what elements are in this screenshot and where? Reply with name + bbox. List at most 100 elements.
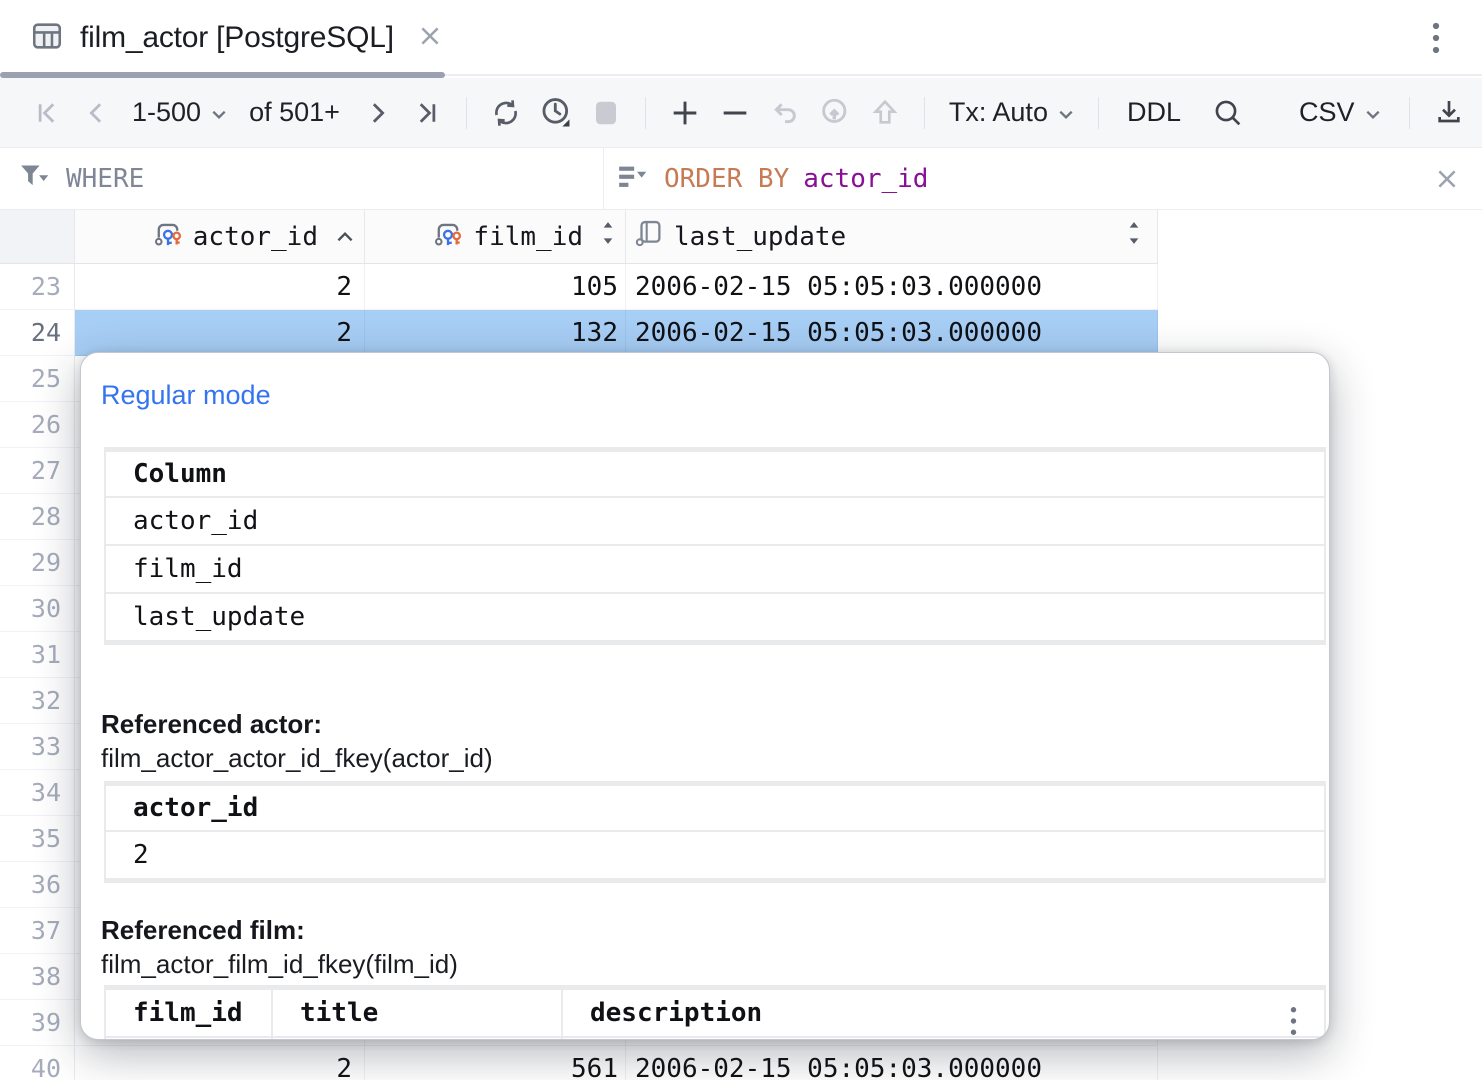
fk-preview-popup: Regular mode Column actor_idfilm_idlast_… [80, 352, 1330, 1040]
cell-actor-id[interactable]: 2 [75, 310, 365, 356]
row-number[interactable]: 33 [0, 724, 75, 770]
row-number[interactable]: 34 [0, 770, 75, 816]
row-number[interactable]: 29 [0, 540, 75, 586]
submit-up-arrow-icon [860, 88, 910, 138]
row-number[interactable]: 35 [0, 816, 75, 862]
chevron-down-icon [1058, 109, 1074, 120]
regular-mode-link[interactable]: Regular mode [101, 377, 271, 413]
column-header-actor-id[interactable]: actor_id [75, 210, 365, 263]
table-row[interactable]: 2321052006-02-15 05:05:03.000000 [0, 264, 1158, 310]
cell-last-update[interactable]: 2006-02-15 05:05:03.000000 [626, 264, 1158, 310]
ddl-button[interactable]: DDL [1127, 97, 1181, 128]
close-filter-icon[interactable] [1428, 160, 1466, 198]
cell-film-id[interactable]: 132 [365, 310, 626, 356]
toolbar-separator [1098, 97, 1099, 129]
row-number[interactable]: 24 [0, 310, 75, 356]
sort-asc-icon [334, 222, 356, 252]
last-page-icon[interactable] [402, 88, 452, 138]
search-icon[interactable] [1203, 88, 1253, 138]
tab-bar: film_actor [PostgreSQL] [0, 0, 1482, 76]
table-icon [30, 19, 64, 58]
referenced-film-header-description: description [563, 990, 1324, 1036]
columns-table-row[interactable]: actor_id [106, 498, 1324, 544]
referenced-actor-title: Referenced actor: [101, 709, 1329, 739]
tab-film-actor[interactable]: film_actor [PostgreSQL] [0, 0, 444, 76]
row-number[interactable]: 28 [0, 494, 75, 540]
row-number[interactable]: 27 [0, 448, 75, 494]
order-by-input[interactable]: ORDER BY actor_id [604, 148, 1482, 209]
delete-row-minus-icon[interactable] [710, 88, 760, 138]
toolbar-separator [645, 97, 646, 129]
filter-bar: WHERE ORDER BY actor_id [0, 148, 1482, 210]
column-icon [634, 218, 664, 255]
row-number[interactable]: 26 [0, 402, 75, 448]
columns-table-row[interactable]: last_update [106, 594, 1324, 640]
add-row-plus-icon[interactable] [660, 88, 710, 138]
chevron-down-icon [1365, 109, 1381, 120]
tab-close-icon[interactable] [416, 22, 444, 55]
row-number[interactable]: 37 [0, 908, 75, 954]
referenced-film-header-title: title [273, 990, 561, 1036]
page-range-dropdown[interactable]: 1-500 [132, 97, 227, 128]
sort-lines-icon [618, 164, 648, 194]
first-page-icon[interactable] [22, 88, 72, 138]
referenced-actor-header: actor_id [106, 786, 1324, 830]
export-format-dropdown[interactable]: CSV [1299, 97, 1381, 128]
header-label: description [590, 998, 762, 1028]
toolbar-separator [466, 97, 467, 129]
cell-film-id[interactable]: 105 [365, 264, 626, 310]
revert-undo-icon [760, 88, 810, 138]
referenced-film-partial-row [106, 1038, 1324, 1040]
more-options-kebab-icon[interactable] [1416, 18, 1456, 58]
toolbar-separator [1409, 97, 1410, 129]
order-by-keyword: ORDER BY [664, 164, 789, 194]
cell-actor-id[interactable]: 2 [75, 264, 365, 310]
query-history-clock-icon[interactable] [531, 88, 581, 138]
sort-both-icon [599, 220, 617, 253]
cell-actor-id[interactable]: 2 [75, 1046, 365, 1080]
preview-changes-icon [810, 88, 860, 138]
where-filter-input[interactable]: WHERE [0, 148, 604, 209]
previous-page-icon[interactable] [72, 88, 122, 138]
row-number[interactable]: 40 [0, 1046, 75, 1080]
cell-last-update[interactable]: 2006-02-15 05:05:03.000000 [626, 310, 1158, 356]
referenced-film-table: film_id title description [104, 985, 1326, 1040]
column-header-label: last_update [674, 222, 846, 252]
refresh-icon[interactable] [481, 88, 531, 138]
next-page-icon[interactable] [352, 88, 402, 138]
cell-film-id[interactable]: 561 [365, 1046, 626, 1080]
row-number[interactable]: 39 [0, 1000, 75, 1046]
grid-header: actor_id film_id [0, 210, 1158, 264]
foreign-key-icon [153, 218, 183, 255]
referenced-film-title: Referenced film: [101, 915, 1329, 945]
stop-icon [581, 88, 631, 138]
referenced-film-fkey: film_actor_film_id_fkey(film_id) [101, 949, 1329, 979]
tx-mode-dropdown[interactable]: Tx: Auto [949, 97, 1074, 128]
filter-funnel-icon [20, 164, 50, 194]
sort-both-icon [1125, 220, 1143, 253]
row-number[interactable]: 23 [0, 264, 75, 310]
row-number[interactable]: 38 [0, 954, 75, 1000]
foreign-key-icon [433, 218, 463, 255]
table-options-kebab-icon[interactable] [1278, 1004, 1308, 1038]
cell-last-update[interactable]: 2006-02-15 05:05:03.000000 [626, 1046, 1158, 1080]
column-header-label: actor_id [193, 222, 318, 252]
expand-toolbar-chevron-icon[interactable] [1474, 88, 1482, 138]
row-number[interactable]: 32 [0, 678, 75, 724]
download-icon[interactable] [1424, 88, 1474, 138]
referenced-actor-value[interactable]: 2 [106, 832, 1324, 878]
columns-table: Column actor_idfilm_idlast_update [104, 447, 1326, 645]
page-range-value: 1-500 [132, 97, 201, 128]
row-number[interactable]: 31 [0, 632, 75, 678]
columns-table-row[interactable]: film_id [106, 546, 1324, 592]
columns-table-header: Column [106, 452, 1324, 496]
row-number[interactable]: 36 [0, 862, 75, 908]
row-number[interactable]: 30 [0, 586, 75, 632]
table-row[interactable]: 4025612006-02-15 05:05:03.000000 [0, 1046, 1158, 1080]
referenced-film-header-row: film_id title description [106, 990, 1324, 1036]
column-header-film-id[interactable]: film_id [365, 210, 626, 263]
row-number[interactable]: 25 [0, 356, 75, 402]
column-header-last-update[interactable]: last_update [626, 210, 1158, 263]
table-row[interactable]: 2421322006-02-15 05:05:03.000000 [0, 310, 1158, 356]
tx-mode-value: Tx: Auto [949, 97, 1048, 128]
